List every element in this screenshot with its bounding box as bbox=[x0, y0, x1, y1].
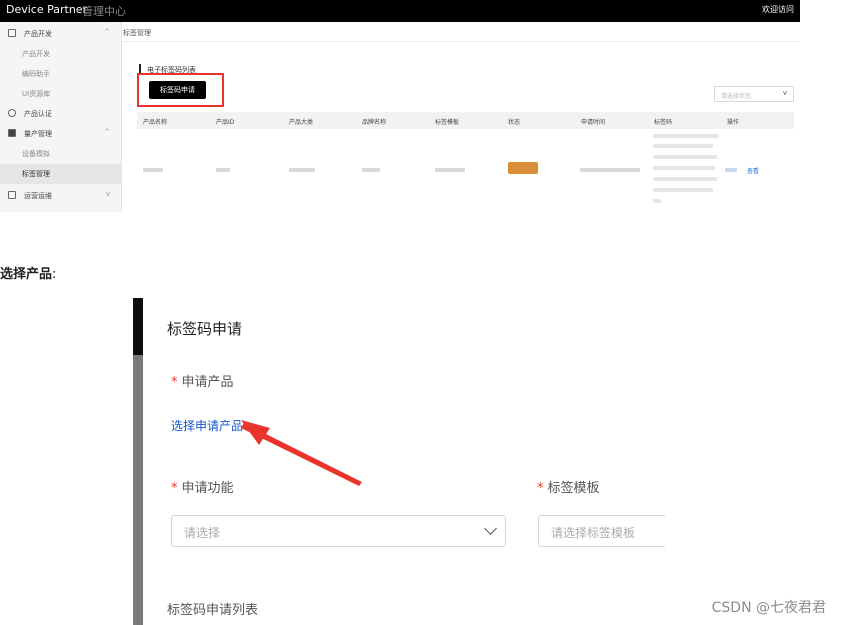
sidebar-item-operations[interactable]: 运营运维 v bbox=[0, 186, 122, 206]
table-header: 产品名称 产品ID 产品大类 品牌名称 标签模板 状态 申请时间 标签码 操作 bbox=[137, 112, 794, 129]
column-header: 产品大类 bbox=[289, 119, 314, 126]
sidebar-subitem-ui-library[interactable]: UI资源库 bbox=[0, 84, 122, 104]
welcome-text: 欢迎访问 bbox=[762, 5, 794, 14]
column-header: 申请时间 bbox=[581, 119, 606, 126]
column-header: 品牌名称 bbox=[362, 119, 387, 126]
redacted-cell bbox=[216, 168, 230, 172]
redacted-cell bbox=[653, 134, 719, 138]
caption: 选择产品: bbox=[0, 263, 56, 282]
sidebar-subitem-product-dev[interactable]: 产品开发 bbox=[0, 44, 122, 64]
sidebar: 产品开发 ^ 产品开发 编码助手 UI资源库 产品认证 量产管理 ^ 设备模拟 … bbox=[0, 22, 122, 212]
redacted-cell bbox=[653, 177, 717, 181]
redacted-cell bbox=[653, 144, 713, 148]
sidebar-item-label: 产品开发 bbox=[22, 50, 50, 58]
sidebar-subitem-coding-assistant[interactable]: 编码助手 bbox=[0, 64, 122, 84]
top-bar: Device Partner 管理中心 欢迎访问 bbox=[0, 0, 800, 22]
sidebar-item-label: 标签管理 bbox=[22, 170, 50, 178]
redacted-cell bbox=[653, 166, 715, 170]
dialog-screenshot: 标签码申请 * 申请产品 选择申请产品 * 申请功能 * 标签模板 请选择 请选择标签… bbox=[133, 298, 665, 625]
redacted-cell bbox=[580, 168, 640, 172]
cube-icon bbox=[8, 129, 16, 137]
redacted-cell bbox=[289, 168, 315, 172]
sidebar-item-label: 运营运维 bbox=[24, 192, 52, 200]
view-link[interactable]: 查看 bbox=[747, 166, 759, 175]
sidebar-item-label: 产品认证 bbox=[24, 110, 52, 118]
column-header: 产品名称 bbox=[143, 119, 168, 126]
caption-colon: : bbox=[52, 267, 57, 282]
filter-placeholder: 请选择状态 bbox=[721, 93, 752, 100]
status-badge bbox=[508, 162, 538, 174]
grid-icon bbox=[8, 29, 16, 37]
column-header: 产品ID bbox=[216, 119, 235, 126]
redacted-cell bbox=[653, 188, 713, 192]
monitor-icon bbox=[8, 191, 16, 199]
redacted-cell bbox=[362, 168, 380, 172]
redacted-cell bbox=[725, 168, 737, 172]
bulb-icon bbox=[8, 109, 16, 117]
apply-label-code-button[interactable]: 标签码申请 bbox=[149, 81, 206, 99]
chevron-down-icon: v bbox=[782, 89, 787, 97]
brand-subtitle: 管理中心 bbox=[82, 5, 126, 18]
breadcrumb-bar: 标签管理 bbox=[123, 22, 800, 42]
sidebar-item-label: 量产管理 bbox=[24, 130, 52, 138]
column-header: 标签模板 bbox=[435, 119, 460, 126]
annotation-arrow bbox=[241, 420, 362, 486]
arrow-head bbox=[241, 420, 270, 445]
sidebar-item-product-dev[interactable]: 产品开发 ^ bbox=[0, 24, 122, 44]
chevron-up-icon: ^ bbox=[104, 128, 110, 136]
brand-name[interactable]: Device Partner bbox=[6, 3, 87, 16]
sidebar-item-label: 编码助手 bbox=[22, 70, 50, 78]
status-filter-select[interactable]: 请选择状态 v bbox=[714, 86, 794, 102]
caption-text: 选择产品 bbox=[0, 267, 53, 282]
chevron-up-icon: ^ bbox=[104, 28, 110, 36]
column-header: 操作 bbox=[727, 119, 740, 126]
sidebar-item-mass-production[interactable]: 量产管理 ^ bbox=[0, 124, 122, 144]
redacted-cell bbox=[435, 168, 465, 172]
chevron-down-icon: v bbox=[105, 190, 110, 198]
breadcrumb[interactable]: 标签管理 bbox=[123, 28, 151, 38]
watermark: CSDN @七夜君君 bbox=[711, 600, 826, 616]
sidebar-subitem-device-sim[interactable]: 设备模拟 bbox=[0, 144, 122, 164]
sidebar-item-label: 设备模拟 bbox=[22, 150, 50, 158]
sidebar-subitem-label-mgmt[interactable]: 标签管理 bbox=[0, 164, 122, 184]
redacted-cell bbox=[143, 168, 163, 172]
sidebar-item-certification[interactable]: 产品认证 bbox=[0, 104, 122, 124]
sidebar-item-label: 产品开发 bbox=[24, 30, 52, 38]
redacted-cell bbox=[653, 199, 661, 203]
redacted-cell bbox=[653, 155, 717, 159]
sidebar-item-label: UI资源库 bbox=[22, 90, 51, 98]
column-header: 状态 bbox=[508, 119, 521, 126]
console-screenshot: Device Partner 管理中心 欢迎访问 产品开发 ^ 产品开发 编码助… bbox=[0, 0, 800, 212]
column-header: 标签码 bbox=[654, 119, 673, 126]
